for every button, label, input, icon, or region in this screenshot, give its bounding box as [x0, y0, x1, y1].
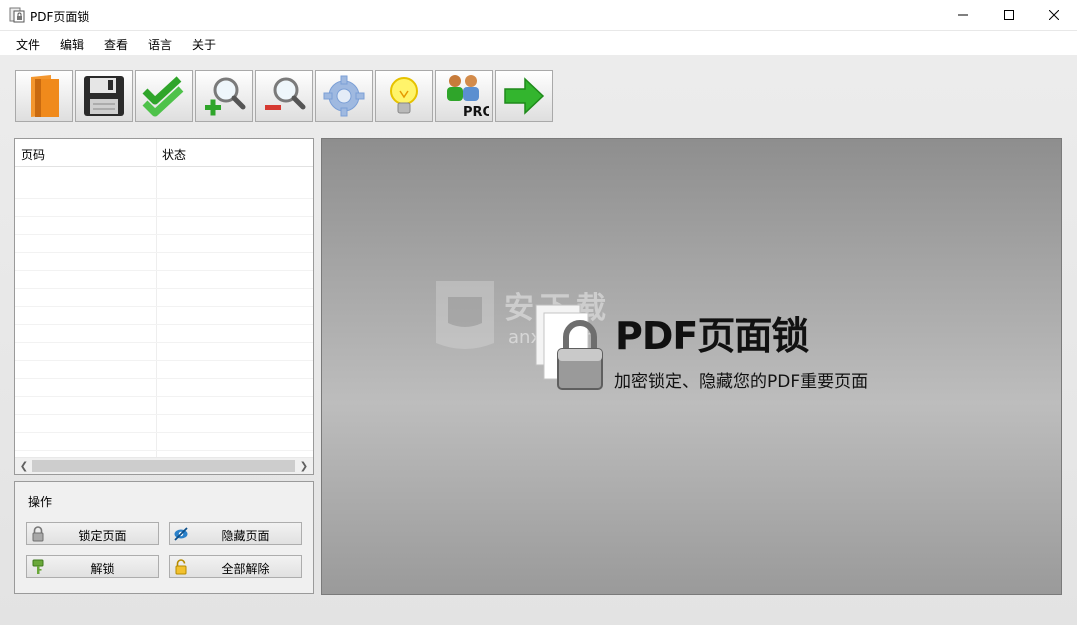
preview-area: 安下载 anxz.com PDF页面锁 加密锁定、隐藏您的PDF重要页面	[321, 138, 1062, 595]
horizontal-scrollbar[interactable]: ❮ ❯	[15, 457, 313, 474]
list-row	[15, 235, 313, 253]
menu-bar: 文件 编辑 查看 语言 关于	[0, 31, 1077, 55]
list-row	[15, 397, 313, 415]
scroll-right-icon[interactable]: ❯	[296, 459, 312, 474]
column-header-page[interactable]: 页码	[21, 146, 45, 163]
unlock-label: 解锁	[90, 562, 115, 576]
app-icon	[9, 7, 25, 23]
zoom-in-icon	[205, 77, 246, 116]
close-button[interactable]	[1031, 0, 1077, 30]
zoom-out-button[interactable]	[255, 70, 313, 122]
scroll-thumb[interactable]	[32, 460, 295, 472]
window-title: PDF页面锁	[30, 10, 90, 24]
page-list[interactable]: 页码 状态 ❮ ❯	[14, 138, 314, 475]
zoom-in-button[interactable]	[195, 70, 253, 122]
hide-page-label: 隐藏页面	[221, 529, 270, 543]
splash-title: PDF页面锁	[615, 314, 809, 358]
list-row	[15, 379, 313, 397]
double-check-icon	[142, 76, 184, 117]
list-row	[15, 415, 313, 433]
title-bar: PDF页面锁	[0, 0, 1077, 31]
list-row	[15, 289, 313, 307]
list-row	[15, 253, 313, 271]
open-lock-icon	[175, 559, 187, 575]
lock-page-label: 锁定页面	[78, 529, 127, 543]
folder-icon	[31, 75, 59, 117]
minimize-icon	[958, 14, 968, 16]
select-all-button[interactable]	[135, 70, 193, 122]
hide-page-button[interactable]: 隐藏页面	[169, 522, 302, 545]
list-row	[15, 433, 313, 451]
shield-watermark-icon	[436, 281, 494, 349]
lightbulb-icon	[390, 77, 418, 114]
unlock-all-button[interactable]: 全部解除	[169, 555, 302, 578]
settings-button[interactable]	[315, 70, 373, 122]
menu-view[interactable]: 查看	[104, 36, 128, 53]
zoom-out-icon	[265, 77, 306, 110]
splash-subtitle: 加密锁定、隐藏您的PDF重要页面	[614, 372, 869, 392]
pro-users-icon: PRO	[447, 75, 489, 120]
unlock-all-label: 全部解除	[221, 562, 270, 576]
floppy-icon	[84, 76, 124, 116]
list-row	[15, 307, 313, 325]
operations-group: 操作 锁定页面 隐藏页面 解锁 全部解除	[14, 481, 314, 594]
maximize-button[interactable]	[986, 0, 1032, 30]
list-row	[15, 217, 313, 235]
next-button[interactable]	[495, 70, 553, 122]
tips-button[interactable]	[375, 70, 433, 122]
operations-title: 操作	[28, 495, 53, 509]
arrow-right-icon	[504, 77, 545, 115]
list-row	[15, 343, 313, 361]
lock-icon	[32, 526, 44, 542]
unlock-button[interactable]: 解锁	[26, 555, 159, 578]
key-icon	[32, 559, 44, 574]
open-button[interactable]	[15, 70, 73, 122]
save-button[interactable]	[75, 70, 133, 122]
lock-page-button[interactable]: 锁定页面	[26, 522, 159, 545]
list-row	[15, 199, 313, 217]
pdf-lock-logo-icon	[535, 304, 603, 390]
pro-button[interactable]: PRO	[435, 70, 493, 122]
menu-edit[interactable]: 编辑	[60, 36, 84, 53]
list-header: 页码 状态	[15, 139, 313, 167]
minimize-button[interactable]	[940, 0, 986, 30]
list-row	[15, 271, 313, 289]
menu-file[interactable]: 文件	[16, 36, 40, 53]
menu-about[interactable]: 关于	[192, 36, 216, 53]
menu-language[interactable]: 语言	[148, 36, 172, 53]
hidden-eye-icon	[174, 527, 188, 541]
list-row	[15, 325, 313, 343]
list-row	[15, 181, 313, 199]
column-header-status[interactable]: 状态	[162, 146, 186, 163]
list-row	[15, 361, 313, 379]
scroll-left-icon[interactable]: ❮	[16, 459, 32, 474]
maximize-icon	[1004, 10, 1014, 20]
svg-text:PRO: PRO	[463, 105, 489, 120]
gear-icon	[323, 75, 365, 117]
close-icon	[1049, 10, 1059, 20]
